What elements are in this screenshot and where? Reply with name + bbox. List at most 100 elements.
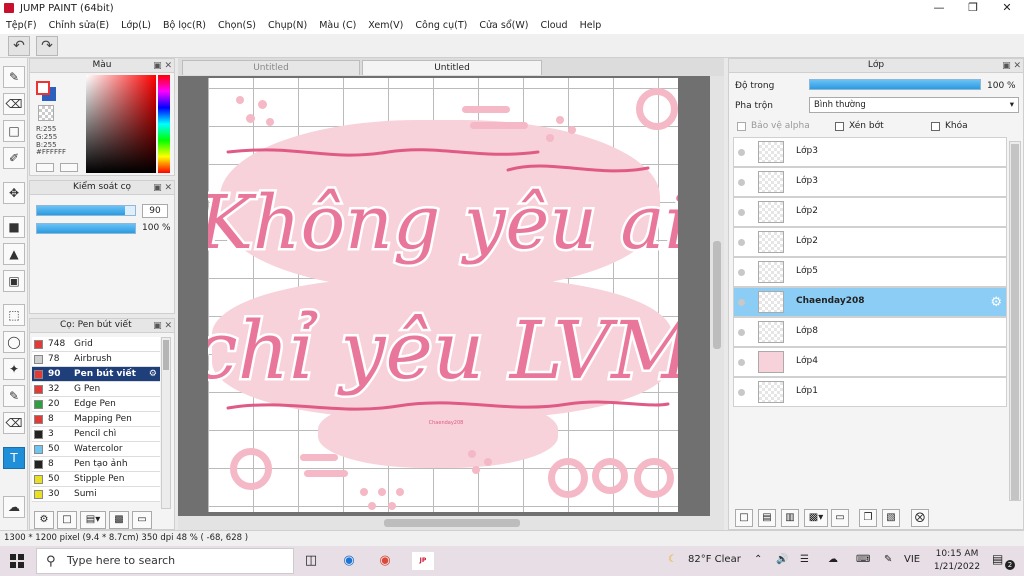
menu-capture[interactable]: Chụp(N) — [268, 20, 307, 31]
volume-icon[interactable]: 🔊 — [776, 554, 788, 565]
notification-icon[interactable]: ▤ — [992, 552, 1003, 566]
eraser-tool-icon[interactable]: ⌫ — [3, 93, 25, 115]
menu-window[interactable]: Cửa sổ(W) — [479, 20, 528, 31]
menu-view[interactable]: Xem(V) — [368, 20, 403, 31]
layer-row[interactable]: Chaenday208 ⚙ — [733, 287, 1007, 317]
layer-visibility-icon[interactable] — [738, 299, 745, 306]
layer-row[interactable]: Lớp1 — [733, 377, 1007, 407]
brush-settings-icon[interactable]: ⚙ — [34, 511, 54, 529]
brush-size-slider[interactable] — [36, 205, 136, 216]
brush-item[interactable]: 20 Edge Pen — [32, 397, 160, 412]
duplicate-layer-icon[interactable]: ❐ — [859, 509, 877, 527]
brush-item[interactable]: 90 Pen bút viết ⚙ — [32, 367, 160, 382]
windows-start-icon[interactable] — [10, 554, 24, 568]
layer-visibility-icon[interactable] — [738, 329, 745, 336]
brush-item[interactable]: 3 Pencil chì — [32, 427, 160, 442]
brush-size-value[interactable]: 90 — [142, 204, 168, 218]
magic-wand-tool-icon[interactable]: ✦ — [3, 358, 25, 380]
menu-cloud[interactable]: Cloud — [540, 20, 567, 31]
new-brush-icon[interactable]: □ — [57, 511, 77, 529]
taskbar-search-box[interactable]: ⚲ Type here to search — [36, 548, 294, 574]
task-view-icon[interactable]: ◫ — [302, 552, 320, 570]
new-raster-layer-icon[interactable]: ▤ — [758, 509, 776, 527]
hue-slider[interactable] — [158, 75, 170, 173]
merge-layer-icon[interactable]: ▧ — [882, 509, 900, 527]
layer-list-scrollbar[interactable] — [1009, 141, 1021, 501]
minimize-button[interactable]: — — [922, 0, 956, 16]
undo-button[interactable]: ↶ — [8, 36, 30, 56]
layer-row[interactable]: Lớp5 — [733, 257, 1007, 287]
layer-row[interactable]: Lớp8 — [733, 317, 1007, 347]
copy-brush-icon[interactable]: ▩ — [109, 511, 129, 529]
layer-folder-icon[interactable]: ▭ — [831, 509, 849, 527]
layer-row[interactable]: Lớp3 — [733, 137, 1007, 167]
layer-visibility-icon[interactable] — [738, 239, 745, 246]
foreground-color-swatch[interactable] — [36, 81, 50, 95]
saturation-value-picker[interactable] — [86, 75, 156, 173]
pen-icon[interactable]: ✎ — [884, 554, 892, 565]
bucket-tool-icon[interactable]: ▲ — [3, 243, 25, 265]
scroll-thumb[interactable] — [713, 241, 721, 349]
layer-row[interactable]: Lớp2 — [733, 227, 1007, 257]
layer-row[interactable]: Lớp3 — [733, 167, 1007, 197]
menu-file[interactable]: Tệp(F) — [6, 20, 37, 31]
selection-tool-icon[interactable]: ⬚ — [3, 304, 25, 326]
panel-controls-icon[interactable]: ▣ ✕ — [153, 182, 172, 195]
rect-select-tool-icon[interactable]: □ — [3, 120, 25, 142]
language-indicator[interactable]: VIE — [904, 554, 920, 565]
layer-row[interactable]: Lớp4 — [733, 347, 1007, 377]
layer-visibility-icon[interactable] — [738, 209, 745, 216]
brush-tool-icon[interactable]: ✎ — [3, 66, 25, 88]
panel-controls-icon[interactable]: ▣ ✕ — [153, 60, 172, 73]
move-tool-icon[interactable]: ✥ — [3, 182, 25, 204]
scroll-thumb[interactable] — [1011, 144, 1019, 500]
brush-item[interactable]: 50 Watercolor — [32, 442, 160, 457]
layer-opacity-slider[interactable] — [809, 79, 981, 90]
menu-layer[interactable]: Lớp(L) — [121, 20, 151, 31]
lock-checkbox[interactable] — [931, 122, 940, 131]
brush-opacity-slider[interactable] — [36, 223, 136, 234]
tab-untitled-1[interactable]: Untitled — [182, 60, 360, 75]
canvas-horizontal-scrollbar[interactable] — [178, 516, 724, 530]
layer-visibility-icon[interactable] — [738, 359, 745, 366]
close-button[interactable]: ✕ — [990, 0, 1024, 16]
gear-icon[interactable]: ⚙ — [149, 367, 157, 381]
layer-visibility-icon[interactable] — [738, 179, 745, 186]
redo-button[interactable]: ↷ — [36, 36, 58, 56]
tab-untitled-2[interactable]: Untitled — [362, 60, 542, 75]
layer-visibility-icon[interactable] — [738, 389, 745, 396]
brush-menu-icon[interactable]: ▤▾ — [80, 511, 106, 529]
brush-item[interactable]: 32 G Pen — [32, 382, 160, 397]
menu-select[interactable]: Chọn(S) — [218, 20, 256, 31]
canvas-vertical-scrollbar[interactable] — [710, 76, 724, 516]
text-tool-icon[interactable]: T — [3, 447, 25, 469]
lasso-tool-icon[interactable]: ◯ — [3, 331, 25, 353]
panel-controls-icon[interactable]: ▣ ✕ — [153, 320, 172, 333]
panel-controls-icon[interactable]: ▣ ✕ — [1002, 60, 1021, 73]
menu-edit[interactable]: Chỉnh sửa(E) — [49, 20, 110, 31]
color-tool-button[interactable] — [60, 163, 78, 172]
layer-menu-icon[interactable]: ▩▾ — [804, 509, 828, 527]
fill-rect-tool-icon[interactable]: ■ — [3, 216, 25, 238]
taskbar-clock[interactable]: 10:15 AM 1/21/2022 — [930, 548, 984, 574]
artwork-canvas[interactable]: Không yêu ai chỉ yêu LVM Chaenday208 — [208, 78, 678, 512]
weather-text[interactable]: 82°F Clear — [688, 554, 741, 565]
select-eraser-tool-icon[interactable]: ⌫ — [3, 412, 25, 434]
blend-mode-select[interactable]: Bình thường ▾ — [809, 97, 1019, 113]
maximize-button[interactable]: ❐ — [956, 0, 990, 16]
chevron-up-icon[interactable]: ⌃ — [754, 554, 762, 565]
brush-item[interactable]: 748 Grid — [32, 337, 160, 352]
layer-row[interactable]: Lớp2 — [733, 197, 1007, 227]
brush-item[interactable]: 8 Mapping Pen — [32, 412, 160, 427]
transparent-color-swatch[interactable] — [38, 105, 54, 121]
layer-visibility-icon[interactable] — [738, 269, 745, 276]
keyboard-icon[interactable]: ⌨ — [856, 554, 870, 565]
network-icon[interactable]: ☁ — [828, 554, 838, 565]
gradient-tool-icon[interactable]: ▣ — [3, 270, 25, 292]
chrome-browser-icon[interactable]: ◉ — [376, 552, 394, 570]
menu-filter[interactable]: Bộ lọc(R) — [163, 20, 206, 31]
gear-icon[interactable]: ⚙ — [990, 295, 1002, 310]
brush-folder-icon[interactable]: ▭ — [132, 511, 152, 529]
scroll-thumb[interactable] — [384, 519, 520, 527]
brush-list-scrollbar[interactable] — [161, 337, 171, 509]
